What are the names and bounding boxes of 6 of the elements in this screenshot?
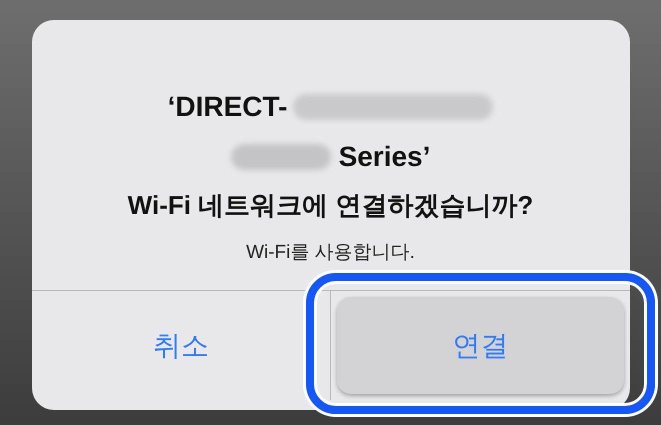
question-text: Wi-Fi 네트워크에 연결하겠습니까? (128, 189, 534, 222)
dialog-button[interactable]: 취소 (32, 291, 330, 400)
message-text: Wi-Fi를 사용합니다. (246, 241, 415, 265)
title-text: Series’ (338, 140, 430, 174)
title-text: ‘DIRECT- (168, 90, 288, 124)
dialog-button[interactable]: 연결 (337, 297, 624, 394)
